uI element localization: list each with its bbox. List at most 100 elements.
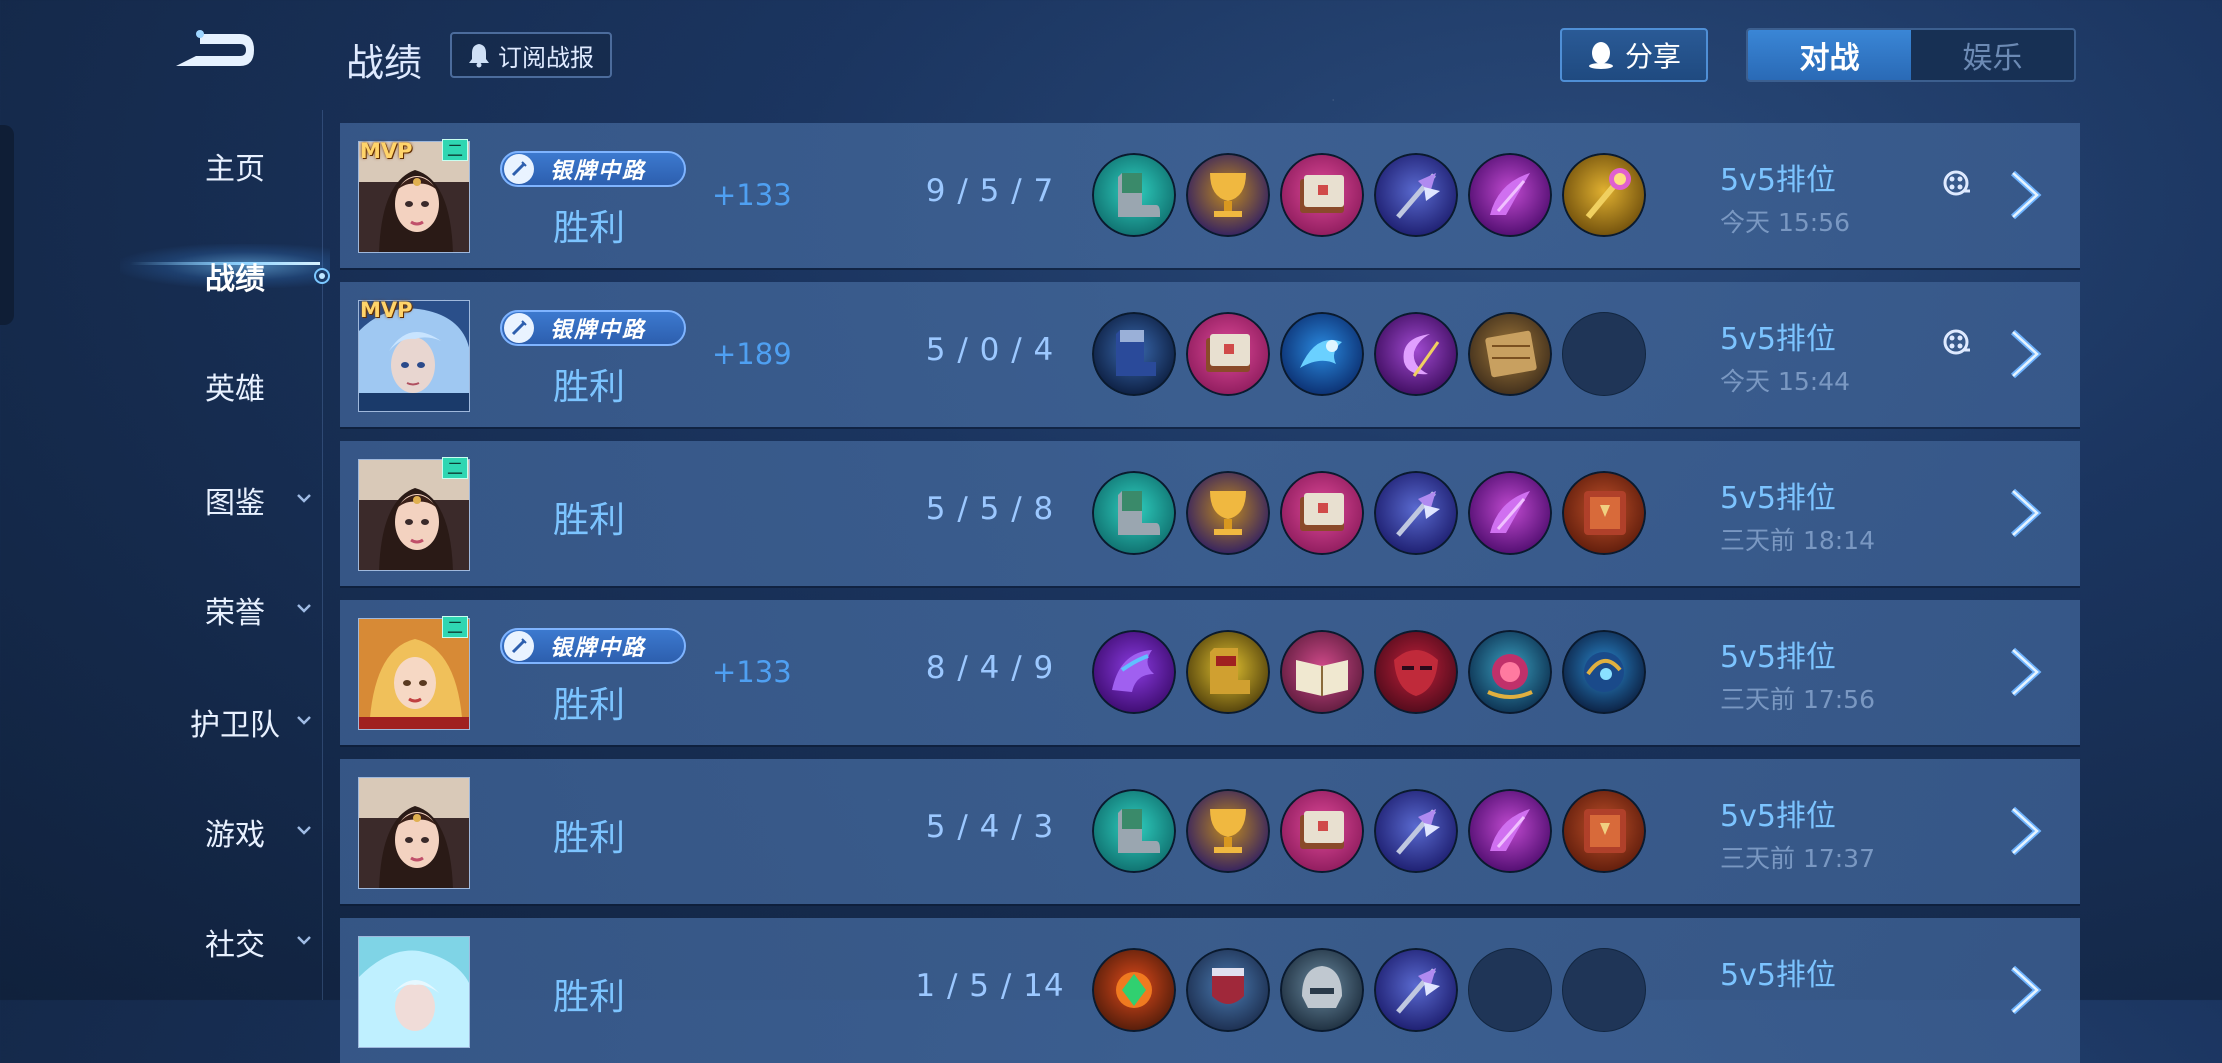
winged-staff-item-icon[interactable] bbox=[1374, 789, 1458, 873]
match-row[interactable]: 二胜利 5 / 5 / 8 5v5排位 三天前 18:14 bbox=[340, 441, 2080, 586]
chevron-down-icon bbox=[297, 826, 311, 835]
mvp-badge: MVP bbox=[360, 298, 413, 322]
kda-stats: 8 / 4 / 9 bbox=[925, 650, 1055, 686]
position-badge: 银牌中路 bbox=[500, 628, 686, 664]
match-row[interactable]: 二银牌中路 胜利 +133 8 / 4 / 9 5v5排位 三天前 17:56 bbox=[340, 600, 2080, 745]
back-button[interactable] bbox=[170, 26, 260, 76]
red-tome-item-icon[interactable] bbox=[1562, 789, 1646, 873]
sidebar-item-label: 英雄 bbox=[205, 372, 265, 407]
rank-points-change: +133 bbox=[712, 178, 792, 212]
qq-penguin-icon bbox=[1588, 42, 1613, 69]
sidebar-item-honor[interactable]: 荣誉 bbox=[140, 580, 330, 640]
blue-wave-item-icon[interactable] bbox=[1280, 312, 1364, 396]
chevron-down-icon bbox=[297, 604, 311, 613]
winged-staff-item-icon[interactable] bbox=[1374, 153, 1458, 237]
tab-battle[interactable]: 对战 bbox=[1748, 30, 1911, 80]
rank-tier-badge: 二 bbox=[442, 457, 468, 479]
match-row[interactable]: 胜利 1 / 5 / 14 5v5排位 bbox=[340, 918, 2080, 1063]
sidebar-item-guard-team[interactable]: 护卫队 bbox=[140, 692, 330, 752]
match-time: 三天前 17:37 bbox=[1720, 844, 1875, 873]
sidebar-item-heroes[interactable]: 英雄 bbox=[140, 356, 330, 416]
golden-chalice-item-icon[interactable] bbox=[1186, 789, 1270, 873]
match-detail-arrow-icon[interactable] bbox=[2005, 167, 2049, 223]
sidebar-item-label: 游戏 bbox=[205, 818, 265, 853]
spellbook-item-icon[interactable] bbox=[1186, 312, 1270, 396]
sidebar-item-label: 主页 bbox=[205, 152, 265, 187]
kda-stats: 1 / 5 / 14 bbox=[915, 968, 1065, 1004]
purple-blade-item-icon[interactable] bbox=[1468, 471, 1552, 555]
match-detail-arrow-icon[interactable] bbox=[2005, 803, 2049, 859]
match-row[interactable]: MVP 二银牌中路 胜利 +133 9 / 5 / 7 5v5排位 今天 15:56 bbox=[340, 123, 2080, 268]
hero-avatar[interactable] bbox=[358, 777, 470, 889]
edge-drawer-handle[interactable] bbox=[0, 125, 14, 325]
red-tome-item-icon[interactable] bbox=[1562, 471, 1646, 555]
golden-chalice-item-icon[interactable] bbox=[1186, 153, 1270, 237]
match-time: 三天前 18:14 bbox=[1720, 526, 1875, 555]
boots-item-icon[interactable] bbox=[1092, 153, 1176, 237]
match-detail-arrow-icon[interactable] bbox=[2005, 485, 2049, 541]
position-badge: 银牌中路 bbox=[500, 151, 686, 187]
share-button[interactable]: 分享 bbox=[1560, 28, 1708, 82]
sidebar-item-social[interactable]: 社交 bbox=[140, 912, 330, 972]
hero-avatar[interactable] bbox=[358, 936, 470, 1048]
subscribe-report-button[interactable]: 订阅战报 bbox=[450, 32, 612, 78]
match-result: 胜利 bbox=[553, 977, 626, 1018]
match-result: 胜利 bbox=[553, 367, 626, 408]
rank-tier-badge: 二 bbox=[442, 139, 468, 161]
page-title: 战绩 bbox=[346, 41, 423, 85]
sword-icon bbox=[504, 313, 534, 343]
sword-icon bbox=[504, 631, 534, 661]
red-mask-item-icon[interactable] bbox=[1374, 630, 1458, 714]
purple-blade-item-icon[interactable] bbox=[1468, 789, 1552, 873]
subscribe-report-label: 订阅战报 bbox=[498, 43, 594, 72]
purple-crescent-item-icon[interactable] bbox=[1374, 312, 1458, 396]
sidebar-item-games[interactable]: 游戏 bbox=[140, 802, 330, 862]
kda-stats: 9 / 5 / 7 bbox=[925, 173, 1055, 209]
chevron-down-icon bbox=[297, 494, 311, 503]
tab-entertainment[interactable]: 娱乐 bbox=[1911, 30, 2074, 80]
steel-helm-item-icon[interactable] bbox=[1280, 948, 1364, 1032]
match-row[interactable]: MVP 银牌中路 胜利 +189 5 / 0 / 4 5v5排位 今天 15:44 bbox=[340, 282, 2080, 427]
sidebar-item-label: 图鉴 bbox=[205, 486, 265, 521]
winged-staff-item-icon[interactable] bbox=[1374, 948, 1458, 1032]
match-detail-arrow-icon[interactable] bbox=[2005, 962, 2049, 1018]
blue-orb-item-icon[interactable] bbox=[1562, 630, 1646, 714]
match-row[interactable]: 胜利 5 / 4 / 3 5v5排位 三天前 17:37 bbox=[340, 759, 2080, 904]
boots-item-icon[interactable] bbox=[1092, 789, 1176, 873]
game-mode: 5v5排位 bbox=[1720, 481, 1836, 516]
sidebar-item-records[interactable]: 战绩 bbox=[140, 246, 330, 306]
sidebar-item-codex[interactable]: 图鉴 bbox=[140, 470, 330, 530]
match-detail-arrow-icon[interactable] bbox=[2005, 326, 2049, 382]
purple-blade-item-icon[interactable] bbox=[1468, 153, 1552, 237]
spellbook-item-icon[interactable] bbox=[1280, 153, 1364, 237]
bell-icon bbox=[469, 44, 489, 68]
kda-stats: 5 / 5 / 8 bbox=[925, 491, 1055, 527]
kda-stats: 5 / 0 / 4 bbox=[925, 332, 1055, 368]
game-mode: 5v5排位 bbox=[1720, 640, 1836, 675]
sword-icon bbox=[504, 154, 534, 184]
chevron-down-icon bbox=[297, 716, 311, 725]
golden-boots-item-icon[interactable] bbox=[1186, 630, 1270, 714]
replay-film-icon[interactable] bbox=[1940, 167, 1972, 199]
empty-item-slot bbox=[1562, 948, 1646, 1032]
share-label: 分享 bbox=[1624, 40, 1681, 73]
wooden-shield-item-icon[interactable] bbox=[1468, 312, 1552, 396]
sidebar-item-home[interactable]: 主页 bbox=[140, 136, 330, 196]
replay-film-icon[interactable] bbox=[1940, 326, 1972, 358]
green-gem-item-icon[interactable] bbox=[1092, 948, 1176, 1032]
boots-item-icon[interactable] bbox=[1092, 471, 1176, 555]
golden-scepter-item-icon[interactable] bbox=[1562, 153, 1646, 237]
blue-boots-item-icon[interactable] bbox=[1092, 312, 1176, 396]
open-book-item-icon[interactable] bbox=[1280, 630, 1364, 714]
chevron-down-icon bbox=[297, 936, 311, 945]
purple-dragon-item-icon[interactable] bbox=[1092, 630, 1176, 714]
ruby-orb-item-icon[interactable] bbox=[1468, 630, 1552, 714]
match-detail-arrow-icon[interactable] bbox=[2005, 644, 2049, 700]
rank-points-change: +133 bbox=[712, 655, 792, 689]
spellbook-item-icon[interactable] bbox=[1280, 789, 1364, 873]
spellbook-item-icon[interactable] bbox=[1280, 471, 1364, 555]
red-armor-item-icon[interactable] bbox=[1186, 948, 1270, 1032]
game-mode: 5v5排位 bbox=[1720, 799, 1836, 834]
golden-chalice-item-icon[interactable] bbox=[1186, 471, 1270, 555]
winged-staff-item-icon[interactable] bbox=[1374, 471, 1458, 555]
